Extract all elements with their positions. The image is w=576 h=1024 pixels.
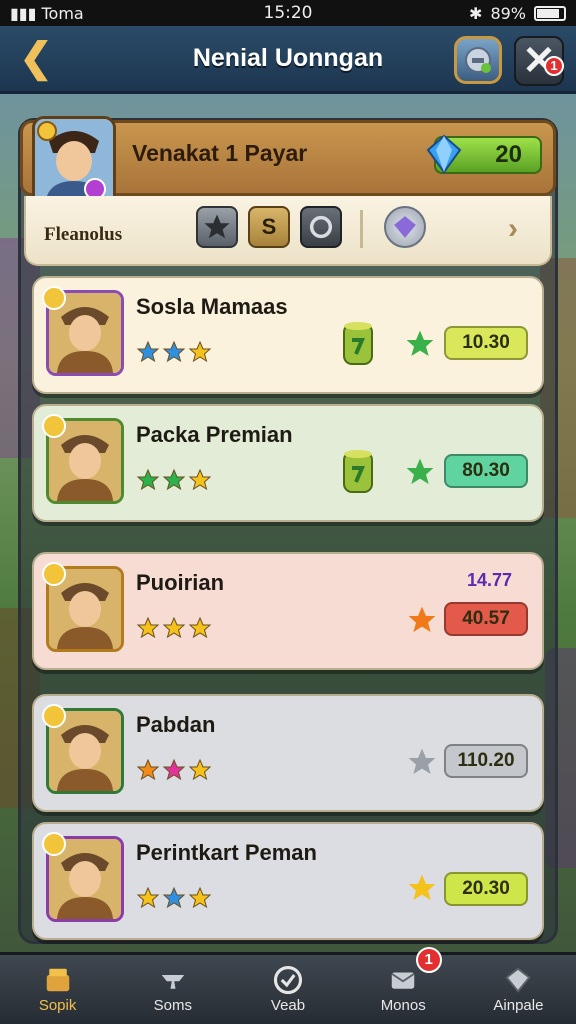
bottom-nav: Sopik Soms Veab Monos 1 Ainpale — [0, 947, 576, 1024]
rank-badge — [42, 562, 66, 586]
star-icon — [136, 758, 160, 781]
gem-icon — [505, 967, 531, 993]
tab-soms-label: Soms — [153, 997, 192, 1014]
filter-s-button[interactable]: S — [248, 206, 290, 248]
star-icon — [162, 886, 186, 909]
star-rating — [136, 758, 212, 782]
tab-ainpale[interactable]: Ainpale — [461, 955, 576, 1024]
orange-star-icon — [408, 606, 436, 632]
star-icon — [162, 758, 186, 781]
price-button[interactable]: 20.30 — [444, 872, 528, 906]
star-icon — [188, 758, 212, 781]
shop-icon — [46, 968, 69, 992]
price-button[interactable]: 10.30 — [444, 326, 528, 360]
offer-name: Sosla Mamaas — [136, 294, 288, 319]
tab-monos-label: Monos — [380, 997, 426, 1014]
star-icon — [162, 616, 186, 639]
mail-icon — [391, 972, 415, 989]
chevron-right-icon[interactable]: › — [508, 212, 518, 246]
green-star-icon — [406, 330, 434, 356]
profile-button[interactable] — [454, 36, 502, 84]
price-button[interactable]: 80.30 — [444, 454, 528, 488]
filter-divider — [360, 210, 363, 248]
rank-badge — [42, 704, 66, 728]
anvil-icon — [161, 975, 185, 989]
top-bar: ❮ Nenial Uonngan ✕ 1 — [0, 26, 576, 94]
clock: 15:20 — [263, 3, 313, 23]
star-icon — [188, 468, 212, 491]
star-icon — [204, 214, 230, 239]
offer-card[interactable]: Sosla Mamaas 10.30 — [32, 276, 544, 394]
close-badge: 1 — [544, 56, 564, 76]
tab-veab[interactable]: Veab — [230, 955, 345, 1024]
gray-star-icon — [408, 748, 436, 774]
tab-soms[interactable]: Soms — [115, 955, 230, 1024]
star-rating — [136, 886, 212, 910]
star-icon — [136, 886, 160, 909]
helmet-icon — [465, 47, 491, 73]
price-button[interactable]: 40.57 — [444, 602, 528, 636]
price-button[interactable]: 110.20 — [444, 744, 528, 778]
barrel-icon — [343, 322, 373, 365]
ring-icon — [309, 215, 333, 239]
tab-shop[interactable]: Sopik — [0, 955, 115, 1024]
mail-badge: 1 — [415, 947, 442, 973]
status-bar: ▮▮▮ Toma 15:20 ✱ 89% — [0, 0, 576, 26]
battery-icon — [534, 5, 566, 21]
offer-card[interactable]: Pabdan 110.20 — [32, 694, 544, 812]
star-icon — [188, 616, 212, 639]
offer-name: Pabdan — [136, 712, 216, 737]
star-rating — [136, 340, 212, 364]
old-price: 14.77 — [466, 570, 512, 590]
filter-label: Fleanolus — [44, 224, 123, 245]
star-rating — [136, 616, 212, 640]
rank-badge — [42, 414, 66, 438]
rank-badge — [42, 832, 66, 856]
star-icon — [162, 468, 186, 491]
star-icon — [188, 886, 212, 909]
offer-name: Puoirian — [136, 570, 225, 595]
blue-gem-icon — [426, 134, 462, 174]
star-icon — [136, 616, 160, 639]
offer-card[interactable]: Puoirian 14.77 40.57 — [32, 552, 544, 670]
filter-gem-button[interactable] — [384, 206, 426, 248]
tab-veab-label: Veab — [270, 997, 306, 1014]
filter-s-label: S — [261, 214, 277, 239]
offer-name: Packa Premian — [136, 422, 293, 447]
green-star-icon — [406, 458, 434, 484]
filter-star-button[interactable] — [196, 206, 238, 248]
rank-badge — [42, 286, 66, 310]
barrel-icon — [343, 450, 373, 493]
offer-card[interactable]: Packa Premian 80.30 — [32, 404, 544, 522]
star-icon — [136, 340, 160, 363]
offer-card[interactable]: Perintkart Peman 20.30 — [32, 822, 544, 940]
check-icon — [273, 965, 303, 995]
star-icon — [136, 468, 160, 491]
header-title: Venakat 1 Payar — [132, 140, 308, 166]
tab-monos[interactable]: Monos 1 — [346, 947, 461, 1024]
star-icon — [188, 340, 212, 363]
tab-shop-label: Sopik — [38, 997, 77, 1014]
tab-ainpale-label: Ainpale — [493, 997, 544, 1014]
offer-name: Perintkart Peman — [136, 840, 317, 865]
star-rating — [136, 468, 212, 492]
filter-ring-button[interactable] — [300, 206, 342, 248]
purple-gem-icon — [394, 216, 416, 238]
star-icon — [162, 340, 186, 363]
yellow-star-icon — [408, 874, 436, 900]
player-avatar[interactable] — [32, 116, 116, 208]
